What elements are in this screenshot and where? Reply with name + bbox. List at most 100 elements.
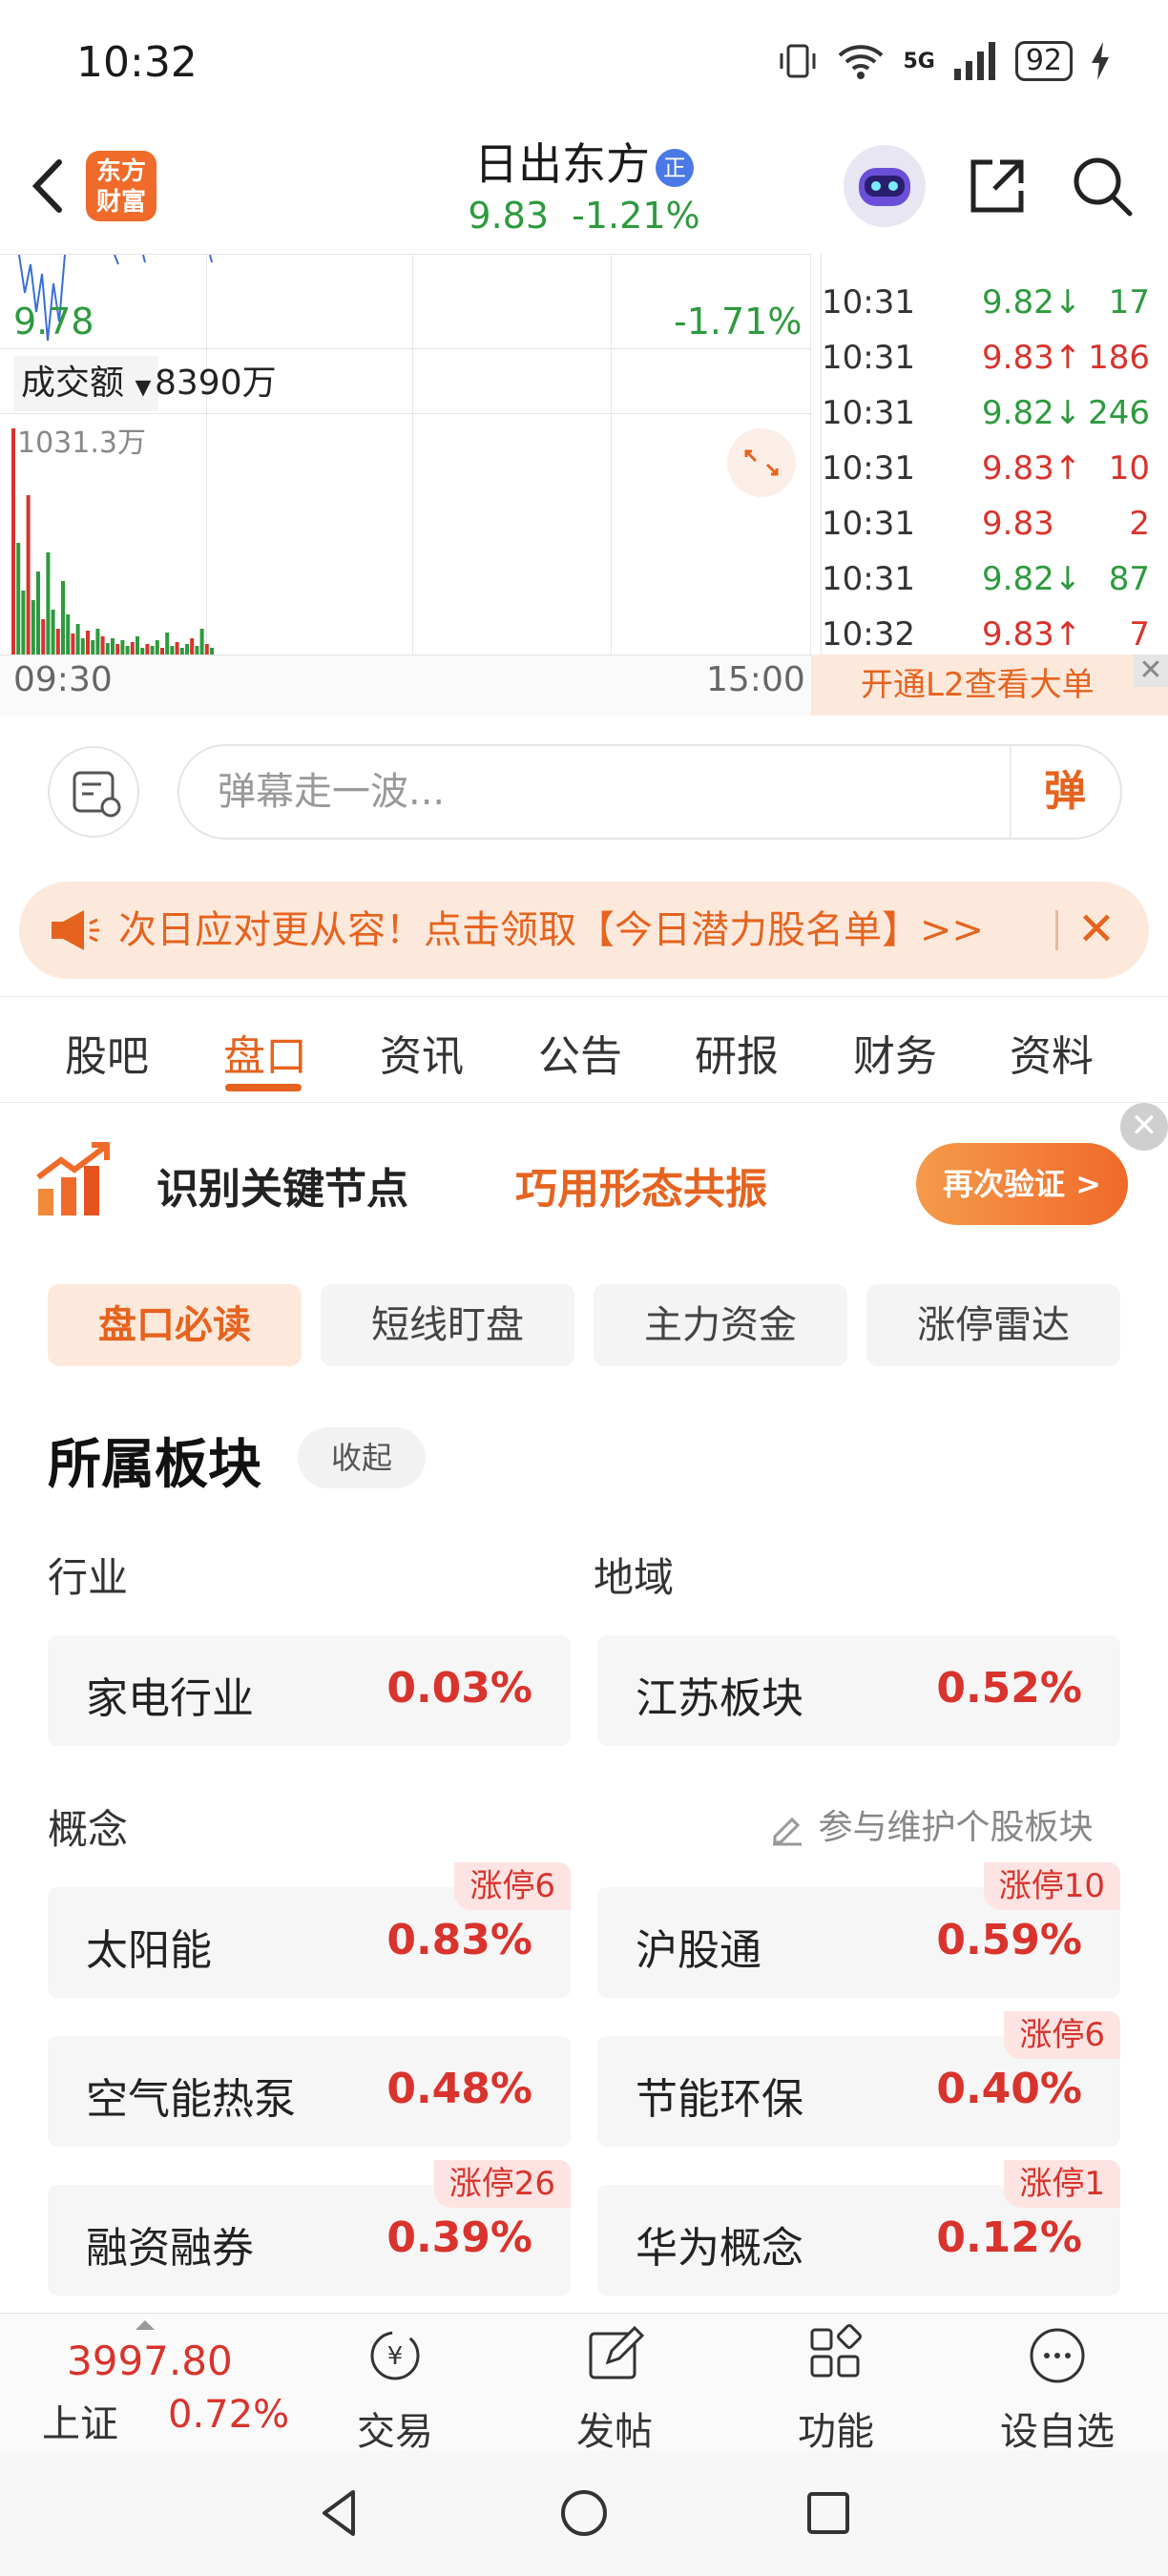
ai-assistant-avatar[interactable] xyxy=(844,145,926,227)
volume-selector[interactable]: 成交额 ▼ xyxy=(13,356,159,411)
nav-back-icon[interactable] xyxy=(311,2484,368,2542)
subtab-main-funds[interactable]: 主力资金 xyxy=(594,1284,847,1366)
tab-profile[interactable]: 资料 xyxy=(1010,1022,1094,1083)
index-value[interactable]: 3997.80 xyxy=(67,2337,233,2384)
stock-tag: 正 xyxy=(656,148,694,187)
sector-card-concept[interactable]: 沪股通 0.59% 涨停10 xyxy=(597,1862,1120,1998)
volume-bar xyxy=(46,552,51,657)
tick-price: 9.82↓ xyxy=(982,394,1082,432)
toolbar-post[interactable]: 发帖 xyxy=(548,2322,681,2456)
sector-card-industry[interactable]: 家电行业 0.03% xyxy=(48,1635,571,1746)
ad-verify-button[interactable]: 再次验证 > xyxy=(916,1143,1128,1225)
index-change[interactable]: 0.72% xyxy=(168,2393,289,2437)
promo-text: 次日应对更从容！点击领取【今日潜力股名单】>> xyxy=(118,908,985,952)
nav-recents-icon[interactable] xyxy=(800,2484,857,2542)
sector-change: 0.59% xyxy=(936,1916,1082,1964)
stock-name: 日出东方 xyxy=(474,138,650,190)
sector-name: 华为概念 xyxy=(636,2224,803,2273)
tab-pankou[interactable]: 盘口 xyxy=(223,1022,307,1083)
tab-guba[interactable]: 股吧 xyxy=(65,1022,149,1083)
edit-icon xyxy=(773,1817,802,1846)
tick-volume: 246 xyxy=(1088,394,1150,432)
tab-bar: 股吧 盘口 资讯 公告 研报 财务 资料 xyxy=(0,996,1168,1103)
sector-name: 沪股通 xyxy=(636,1926,761,1975)
l2-upgrade-banner[interactable]: 开通L2查看大单 ✕ xyxy=(811,654,1168,716)
toolbar-trade[interactable]: ¥ 交易 xyxy=(328,2322,462,2456)
svg-text:¥: ¥ xyxy=(387,2342,404,2371)
volume-bar xyxy=(36,571,40,657)
maintain-sectors-link[interactable]: 参与维护个股板块 xyxy=(769,1799,1093,1849)
active-tab-indicator xyxy=(225,1084,302,1091)
sector-card-concept[interactable]: 太阳能 0.83% 涨停6 xyxy=(48,1862,571,1998)
sector-card-concept[interactable]: 空气能热泵 0.48% xyxy=(48,2036,571,2147)
volume-total: 8390万 xyxy=(155,364,277,403)
toolbar-add-watchlist[interactable]: 设自选 xyxy=(991,2322,1124,2456)
growth-chart-icon xyxy=(36,1142,110,1215)
battery-indicator: 92 xyxy=(1014,41,1073,81)
ad-title: 识别关键节点 xyxy=(156,1165,408,1214)
l2-close-icon[interactable]: ✕ xyxy=(1134,654,1168,687)
tick-price: 9.82↓ xyxy=(982,560,1082,598)
tick-price: 9.83↑ xyxy=(982,449,1082,488)
low-price-label: 9.78 xyxy=(13,301,94,343)
promo-close-icon[interactable]: ✕ xyxy=(1073,906,1120,954)
region-label: 地域 xyxy=(594,1554,675,1601)
collapse-button[interactable]: 收起 xyxy=(298,1427,426,1488)
sector-card-region[interactable]: 江苏板块 0.52% xyxy=(597,1635,1120,1746)
index-up-icon xyxy=(136,2320,155,2330)
more-icon xyxy=(1030,2328,1085,2383)
subtab-short-term[interactable]: 短线盯盘 xyxy=(321,1284,574,1366)
tick-row: 10:31 9.82↓ 17 xyxy=(822,275,1168,330)
industry-label: 行业 xyxy=(48,1554,129,1601)
sector-name: 融资融券 xyxy=(86,2224,254,2273)
tick-volume: 186 xyxy=(1088,339,1150,377)
danmu-send-button[interactable]: 弹 xyxy=(1010,746,1118,838)
tick-time: 10:31 xyxy=(822,394,915,432)
tab-announcements[interactable]: 公告 xyxy=(538,1022,622,1083)
tab-research[interactable]: 研报 xyxy=(695,1022,779,1083)
volume-bar xyxy=(51,610,55,657)
tab-news[interactable]: 资讯 xyxy=(380,1022,464,1083)
danmu-settings-button[interactable] xyxy=(48,746,139,838)
danmu-settings-icon xyxy=(73,771,121,818)
volume-bar xyxy=(11,428,15,657)
volume-bar xyxy=(26,495,31,657)
index-name[interactable]: 上证 xyxy=(42,2393,118,2448)
system-nav-bar xyxy=(0,2450,1168,2576)
sector-card-concept[interactable]: 华为概念 0.12% 涨停1 xyxy=(597,2160,1120,2296)
danmu-input[interactable]: 弹幕走一波... xyxy=(177,744,1122,840)
sector-name: 节能环保 xyxy=(636,2075,803,2124)
tick-price: 9.83 xyxy=(982,505,1054,543)
section-title: 所属板块 xyxy=(48,1434,261,1496)
expand-icon xyxy=(744,449,779,476)
search-icon[interactable] xyxy=(1069,153,1136,219)
tab-finance[interactable]: 财务 xyxy=(853,1022,937,1083)
sector-change: 0.12% xyxy=(936,2213,1082,2262)
sector-name: 太阳能 xyxy=(86,1926,212,1975)
volume-bar xyxy=(66,614,71,657)
sector-change: 0.39% xyxy=(386,2213,532,2262)
status-bar: 10:32 5G 92 xyxy=(0,0,1168,134)
low-pct-label: -1.71% xyxy=(674,301,803,343)
limit-up-badge: 涨停6 xyxy=(1004,2011,1120,2059)
tick-time: 10:31 xyxy=(822,560,915,598)
expand-chart-button[interactable] xyxy=(727,428,796,497)
volume-bar xyxy=(31,600,35,657)
subtab-must-read[interactable]: 盘口必读 xyxy=(48,1284,302,1366)
sector-card-concept[interactable]: 融资融券 0.39% 涨停26 xyxy=(48,2160,571,2296)
vibrate-icon xyxy=(780,44,816,78)
tick-list[interactable]: 10:31 9.82↓ 17 10:31 9.83↑ 186 10:31 9.82↓ 246 10… xyxy=(821,254,1168,668)
subtab-limit-up-radar[interactable]: 涨停雷达 xyxy=(866,1284,1120,1366)
nav-home-icon[interactable] xyxy=(555,2484,613,2542)
time-end-label: 15:00 xyxy=(706,660,805,699)
promo-banner[interactable]: 次日应对更从容！点击领取【今日潜力股名单】>> xyxy=(19,882,1149,979)
ad-close-icon[interactable]: ✕ xyxy=(1120,1103,1168,1151)
sector-card-concept[interactable]: 节能环保 0.40% 涨停6 xyxy=(597,2011,1120,2147)
tick-row: 10:31 9.83↑ 186 xyxy=(822,330,1168,385)
toolbar-functions[interactable]: 功能 xyxy=(769,2322,903,2456)
share-icon[interactable] xyxy=(964,153,1031,219)
limit-up-badge: 涨停1 xyxy=(1004,2160,1120,2208)
status-time: 10:32 xyxy=(76,38,198,87)
intraday-chart[interactable]: 9.78 -1.71% 成交额 ▼ 8390万 1031.3万 xyxy=(0,254,811,716)
tick-time: 10:31 xyxy=(822,449,915,488)
